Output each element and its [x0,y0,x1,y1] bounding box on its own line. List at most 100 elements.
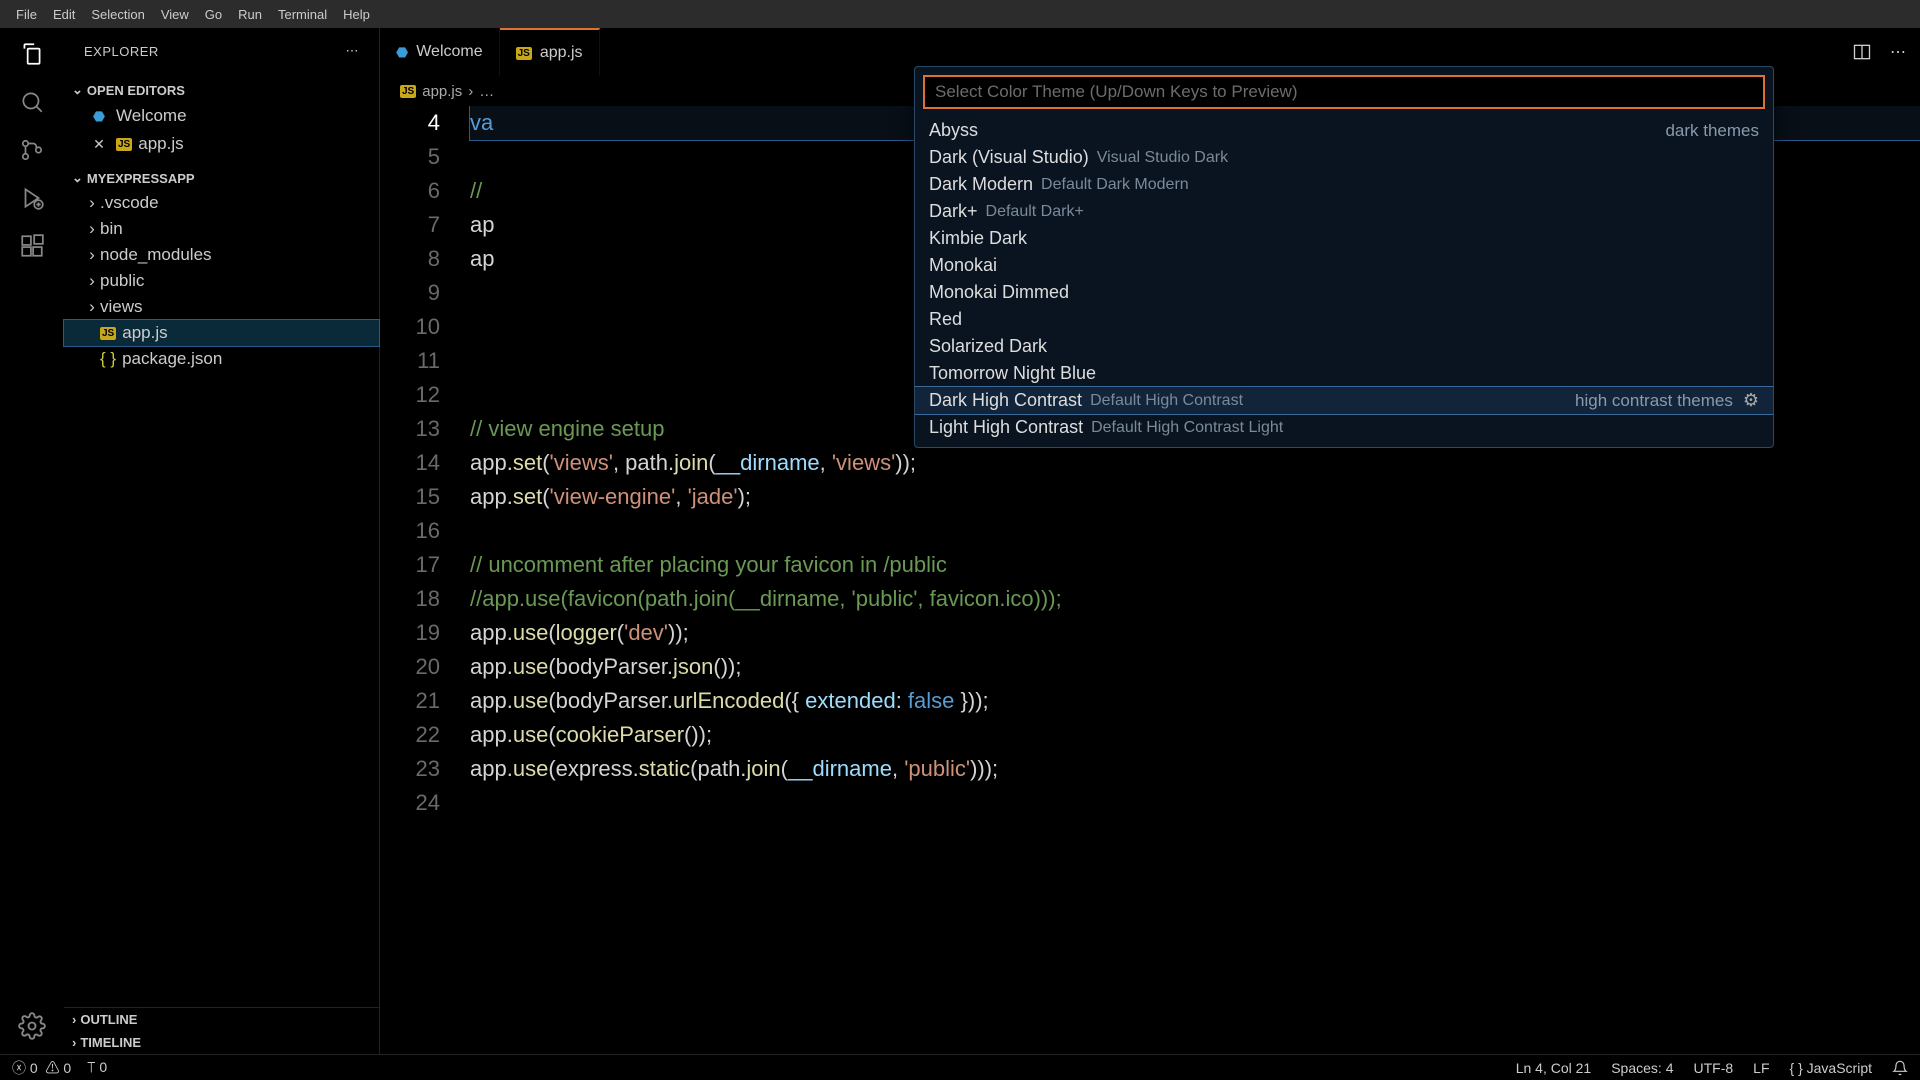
menu-terminal[interactable]: Terminal [270,7,335,22]
theme-option[interactable]: Dark ModernDefault Dark Modern [915,171,1773,198]
chevron-right-icon: › [468,83,473,100]
tab-appjs[interactable]: JS app.js [500,28,600,76]
split-editor-icon[interactable] [1852,42,1872,62]
theme-option[interactable]: Monokai [915,252,1773,279]
explorer-label: EXPLORER [84,44,159,59]
js-icon: JS [400,85,416,98]
open-editor-welcome[interactable]: ⬣ Welcome [64,102,379,130]
more-icon[interactable]: ⋯ [1890,42,1906,62]
indentation[interactable]: Spaces: 4 [1611,1060,1673,1076]
open-editor-label: Welcome [116,106,187,126]
chevron-right-icon: › [72,1035,76,1050]
chevron-down-icon: ⌄ [72,170,83,186]
menu-view[interactable]: View [153,7,197,22]
tree-folder-vscode[interactable]: ›.vscode [64,190,379,216]
statusbar: ⓧ 0 ⚠ 0 ⟙ 0 Ln 4, Col 21 Spaces: 4 UTF-8… [0,1054,1920,1080]
tree-label: bin [100,219,123,239]
notifications-icon[interactable] [1892,1060,1908,1076]
outline-label: OUTLINE [80,1012,137,1027]
json-icon: { } [100,349,116,369]
open-editors-label: OPEN EDITORS [87,83,185,98]
tab-welcome[interactable]: ⬣ Welcome [380,28,500,76]
tree-folder-views[interactable]: ›views [64,294,379,320]
breadcrumb-file: app.js [422,83,462,100]
tree-label: .vscode [100,193,159,213]
sidebar: EXPLORER ⋯ ⌄ OPEN EDITORS ⬣ Welcome ✕ JS… [64,28,380,1054]
search-icon[interactable] [18,88,46,116]
outline-header[interactable]: › OUTLINE [64,1008,379,1031]
theme-list: Abyssdark themesDark (Visual Studio)Visu… [915,117,1773,447]
tree-label: app.js [122,323,167,343]
chevron-right-icon: › [84,271,100,291]
theme-option[interactable]: Monokai Dimmed [915,279,1773,306]
activity-bar [0,28,64,1054]
chevron-down-icon: ⌄ [72,82,83,98]
tree-file-appjs[interactable]: JS app.js [64,320,379,346]
chevron-right-icon: › [84,245,100,265]
open-editor-appjs[interactable]: ✕ JS app.js [64,130,379,158]
tab-label: app.js [540,44,583,62]
explorer-icon[interactable] [18,40,46,68]
chevron-right-icon: › [72,1012,76,1027]
tree-label: package.json [122,349,222,369]
theme-option[interactable]: Dark High ContrastDefault High Contrasth… [915,387,1773,414]
workspace-header[interactable]: ⌄ MYEXPRESSAPP [64,166,379,190]
chevron-right-icon: › [84,219,100,239]
open-editors-header[interactable]: ⌄ OPEN EDITORS [64,78,379,102]
eol[interactable]: LF [1753,1060,1769,1076]
tree-label: node_modules [100,245,212,265]
menu-file[interactable]: File [8,7,45,22]
editor-area: ⬣ Welcome JS app.js ⋯ JS app.js › … 4567… [380,28,1920,1054]
theme-search-input[interactable]: Select Color Theme (Up/Down Keys to Prev… [923,75,1765,109]
sidebar-title: EXPLORER ⋯ [64,28,379,74]
timeline-header[interactable]: › TIMELINE [64,1031,379,1054]
theme-option[interactable]: Red [915,306,1773,333]
open-editor-label: app.js [138,134,183,154]
theme-option[interactable]: Dark (Visual Studio)Visual Studio Dark [915,144,1773,171]
tree-label: views [100,297,143,317]
chevron-right-icon: › [84,297,100,317]
more-icon[interactable]: ⋯ [346,43,360,59]
chevron-right-icon: › [84,193,100,213]
language-mode[interactable]: { } JavaScript [1790,1060,1873,1076]
js-icon: JS [116,138,132,151]
gutter: 456789101112131415161718192021222324 [380,106,470,1054]
theme-option[interactable]: Light High ContrastDefault High Contrast… [915,414,1773,441]
theme-option[interactable]: Tomorrow Night Blue [915,360,1773,387]
errors-count[interactable]: ⓧ 0 ⚠ 0 [12,1058,71,1078]
menu-edit[interactable]: Edit [45,7,83,22]
theme-option[interactable]: Abyssdark themes [915,117,1773,144]
menu-run[interactable]: Run [230,7,270,22]
port-forward[interactable]: ⟙ 0 [87,1059,107,1076]
gear-icon[interactable]: ⚙ [1743,390,1759,411]
tab-label: Welcome [416,43,482,61]
tree-file-packagejson[interactable]: { } package.json [64,346,379,372]
extensions-icon[interactable] [18,232,46,260]
menu-go[interactable]: Go [197,7,230,22]
theme-option[interactable]: Dark+Default Dark+ [915,198,1773,225]
settings-gear-icon[interactable] [18,1012,46,1040]
workspace-label: MYEXPRESSAPP [87,171,195,186]
js-icon: JS [100,327,116,340]
breadcrumb-more: … [479,83,494,100]
tree-folder-public[interactable]: ›public [64,268,379,294]
cursor-position[interactable]: Ln 4, Col 21 [1516,1060,1592,1076]
input-placeholder: Select Color Theme (Up/Down Keys to Prev… [935,82,1298,102]
vscode-icon: ⬣ [88,108,110,125]
tree-folder-bin[interactable]: ›bin [64,216,379,242]
theme-option[interactable]: Solarized Dark [915,333,1773,360]
vscode-icon: ⬣ [396,44,408,61]
tree-folder-nodemodules[interactable]: ›node_modules [64,242,379,268]
close-icon[interactable]: ✕ [88,136,110,153]
encoding[interactable]: UTF-8 [1693,1060,1733,1076]
tree-label: public [100,271,144,291]
timeline-label: TIMELINE [80,1035,141,1050]
color-theme-picker: Select Color Theme (Up/Down Keys to Prev… [914,66,1774,448]
source-control-icon[interactable] [18,136,46,164]
theme-option[interactable]: Kimbie Dark [915,225,1773,252]
js-icon: JS [516,47,532,60]
run-debug-icon[interactable] [18,184,46,212]
menu-selection[interactable]: Selection [83,7,152,22]
menu-help[interactable]: Help [335,7,378,22]
menubar: File Edit Selection View Go Run Terminal… [0,0,1920,28]
